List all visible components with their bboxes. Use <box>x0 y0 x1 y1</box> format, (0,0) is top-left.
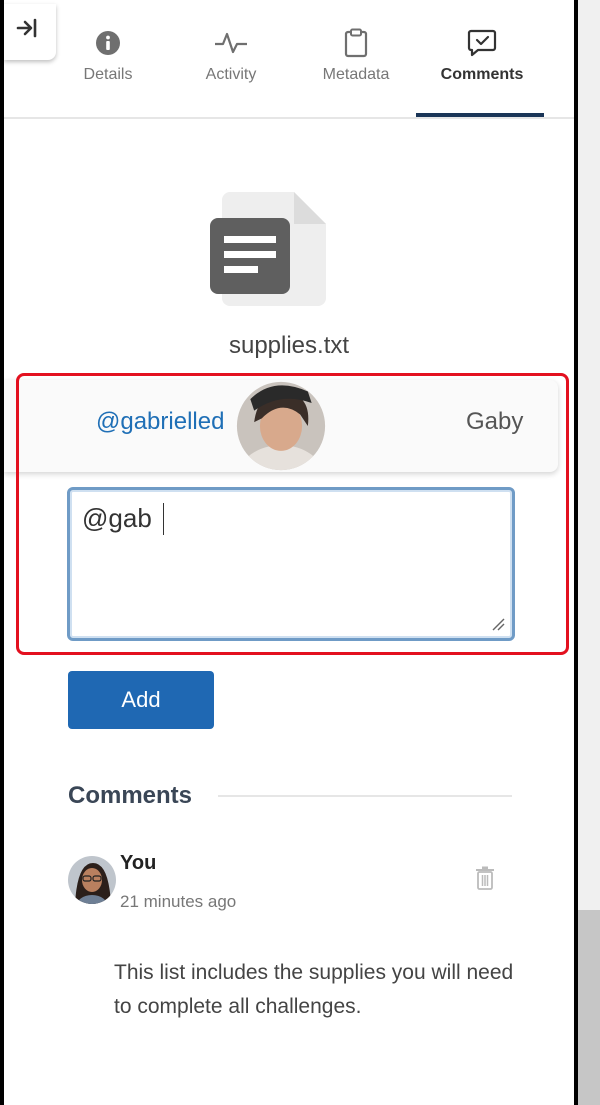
file-name: supplies.txt <box>228 332 350 359</box>
frame-border-left <box>0 0 4 1105</box>
tab-bar: Details Activity Metadata Comments <box>60 20 560 118</box>
text-file-icon <box>210 192 326 306</box>
comments-heading: Comments <box>68 782 193 809</box>
divider <box>4 117 574 119</box>
info-icon <box>96 31 120 55</box>
tab-label: Details <box>83 66 133 83</box>
clipboard-icon <box>344 28 368 58</box>
tab-label: Metadata <box>322 66 390 83</box>
divider <box>218 795 512 797</box>
collapse-panel-button[interactable] <box>4 4 56 60</box>
tab-metadata[interactable]: Metadata <box>306 20 406 118</box>
tab-details[interactable]: Details <box>68 20 148 118</box>
tab-label: Activity <box>205 66 257 83</box>
tab-comments[interactable]: Comments <box>420 20 544 118</box>
comment-timestamp: 21 minutes ago <box>120 892 237 911</box>
tab-activity[interactable]: Activity <box>186 20 276 118</box>
highlight-box <box>16 373 569 655</box>
activity-icon <box>215 32 247 54</box>
scrollbar-thumb[interactable] <box>578 910 600 1105</box>
comment-text: This list includes the supplies you will… <box>114 961 514 1018</box>
trash-icon[interactable] <box>475 866 495 890</box>
add-comment-button[interactable]: Add <box>68 671 214 729</box>
collapse-right-icon <box>16 18 37 38</box>
tab-label: Comments <box>440 66 524 83</box>
comment-check-icon <box>467 29 497 57</box>
avatar <box>68 856 116 904</box>
comment-author: You <box>120 852 157 874</box>
